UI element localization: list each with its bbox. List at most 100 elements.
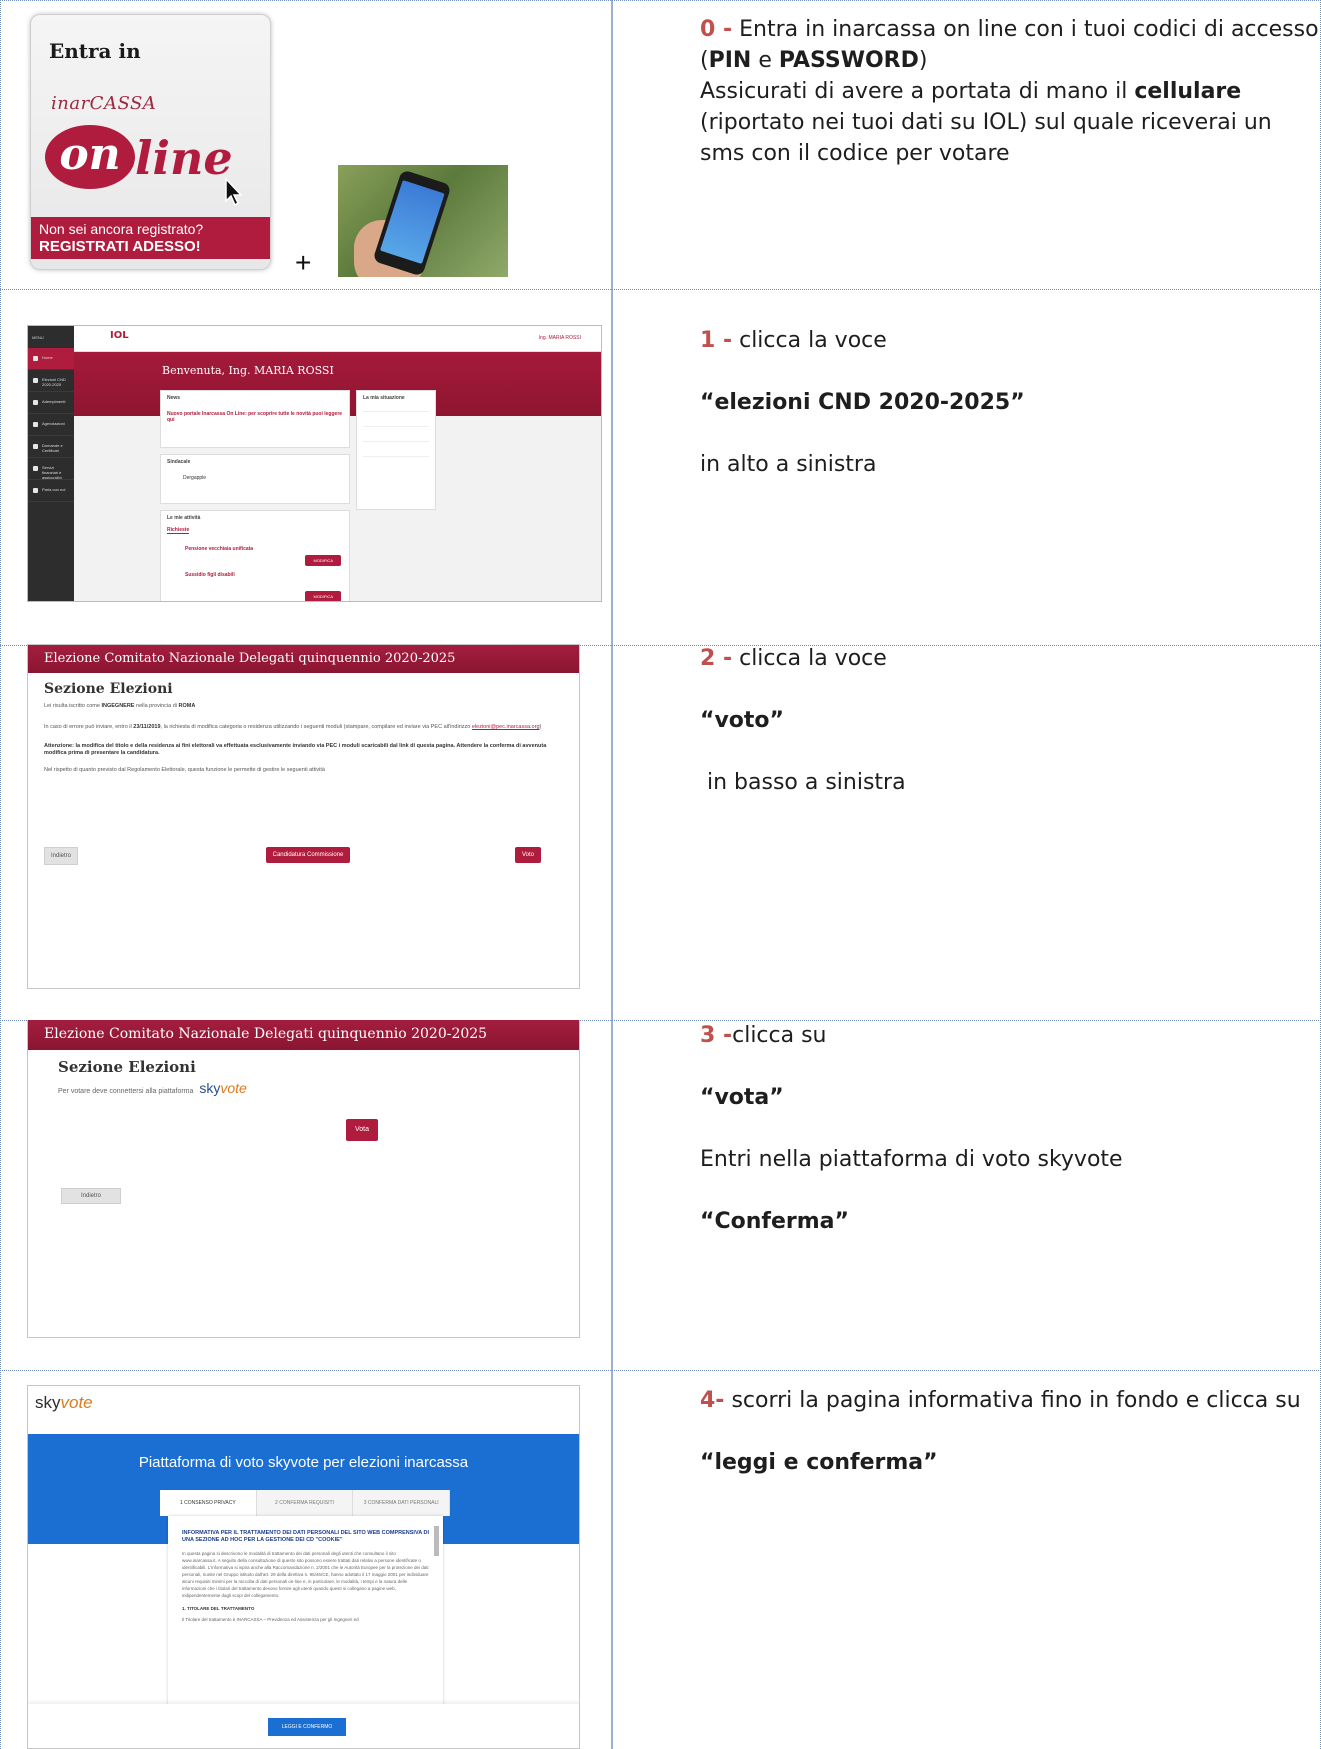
skyvote-privacy-screenshot: skyvote Piattaforma di voto skyvote per … bbox=[27, 1385, 580, 1749]
vota-button[interactable]: Vota bbox=[346, 1119, 378, 1141]
online-logo-on: on bbox=[45, 125, 135, 189]
sidebar-item-home[interactable]: Home bbox=[28, 348, 74, 370]
pin-label: PIN bbox=[708, 48, 752, 73]
news-title: News bbox=[167, 395, 181, 401]
situazione-title: La mia situazione bbox=[363, 395, 405, 401]
text: 23/11/2019 bbox=[133, 724, 161, 730]
attivita-title: Le mie attività bbox=[167, 515, 201, 521]
modifica-button[interactable]: MODIFICA bbox=[305, 555, 341, 566]
sidebar-item-parla[interactable]: Parla con noi bbox=[28, 480, 74, 502]
smartphone-photo bbox=[338, 165, 508, 277]
vota-screenshot: Elezione Comitato Nazionale Delegati qui… bbox=[27, 1020, 580, 1338]
document-section-title: 1. TITOLARE DEL TRATTAMENTO bbox=[182, 1606, 255, 1611]
step-text: (riportato nei tuoi dati su IOL) sul qua… bbox=[700, 110, 1272, 166]
smartphone-icon bbox=[372, 169, 452, 277]
sezione-elezioni-screenshot: Elezione Comitato Nazionale Delegati qui… bbox=[27, 644, 580, 989]
iscrizione-text: Lei risulta iscritto come INGEGNERE nell… bbox=[44, 703, 563, 710]
document-body: In questa pagina si descrivono le modali… bbox=[182, 1551, 429, 1598]
wizard-tabs: 1 CONSENSO PRIVACY 2 CONFERMA REQUISITI … bbox=[160, 1490, 451, 1516]
iol-logo: IOL bbox=[110, 330, 129, 341]
sindacale-title: Sindacale bbox=[167, 459, 191, 465]
step-0-text: 0 - Entra in inarcassa on line con i tuo… bbox=[700, 14, 1320, 169]
sidebar-item-domande[interactable]: Domande e Certificati bbox=[28, 436, 74, 458]
skyvote-title: Piattaforma di voto skyvote per elezioni… bbox=[138, 1454, 469, 1471]
step-number: 4- bbox=[700, 1388, 725, 1413]
smartphone-screen bbox=[379, 180, 445, 265]
text: nella provincia di bbox=[134, 703, 179, 709]
pec-email-link[interactable]: elezioni@pec.inarcassa.org bbox=[472, 724, 540, 730]
tab-consenso-privacy[interactable]: 1 CONSENSO PRIVACY bbox=[160, 1490, 257, 1516]
plus-sign: + bbox=[295, 247, 312, 278]
step-text: clicca la voce bbox=[732, 328, 887, 353]
privacy-document[interactable]: INFORMATIVA PER IL TRATTAMENTO DEI DATI … bbox=[168, 1516, 443, 1736]
iol-dashboard-screenshot: MENU Home Elezioni CND 2020-2025 Adempim… bbox=[27, 325, 602, 602]
step-4-text: 4- scorri la pagina informativa fino in … bbox=[700, 1385, 1320, 1478]
text: INGEGNERE bbox=[101, 703, 135, 709]
register-now-strip[interactable]: Non sei ancora registrato? REGISTRATI AD… bbox=[31, 217, 270, 259]
sidebar-item-elezioni[interactable]: Elezioni CND 2020-2025 bbox=[28, 370, 74, 392]
inarcassa-online-login-banner[interactable]: Entra in inarCASSA on line Non sei ancor… bbox=[30, 14, 271, 270]
menu-header: MENU bbox=[32, 335, 44, 340]
tab-conferma-requisiti[interactable]: 2 CONFERMA REQUISITI bbox=[257, 1490, 354, 1516]
sidebar-item-adempimenti[interactable]: Adempimenti bbox=[28, 392, 74, 414]
table-border-left bbox=[0, 0, 1, 1749]
section-title: Sezione Elezioni bbox=[58, 1058, 196, 1076]
step-number: 3 - bbox=[700, 1023, 733, 1048]
logo-text: sky bbox=[199, 1080, 221, 1096]
user-menu[interactable]: Ing. MARIA ROSSI bbox=[539, 335, 581, 341]
logo-text: vote bbox=[60, 1393, 93, 1412]
step-3-text: 3 -clicca su “vota” Entri nella piattafo… bbox=[700, 1020, 1320, 1237]
divider bbox=[363, 426, 429, 427]
divider bbox=[363, 456, 429, 457]
document-scrollbar[interactable] bbox=[434, 1526, 439, 1556]
attivita-tab[interactable]: Richieste bbox=[167, 527, 190, 534]
divider bbox=[363, 411, 429, 412]
step-highlight: “elezioni CND 2020-2025” bbox=[700, 390, 1025, 415]
step-text: in alto a sinistra bbox=[700, 452, 877, 477]
skyvote-connect-text: Per votare deve connettersi alla piattaf… bbox=[58, 1080, 247, 1096]
voto-button[interactable]: Voto bbox=[515, 847, 541, 863]
sindacale-card: Sindacale Dergapple bbox=[160, 454, 350, 504]
indietro-button[interactable]: Indietro bbox=[44, 847, 78, 865]
step-1-text: 1 - clicca la voce “elezioni CND 2020-20… bbox=[700, 325, 1320, 480]
modifica-button[interactable]: MODIFICA bbox=[305, 591, 341, 601]
candidatura-commissione-button[interactable]: Candidatura Commissione bbox=[266, 847, 350, 863]
attivita-item-2[interactable]: Sussidio figli disabili bbox=[185, 572, 343, 578]
cellulare-label: cellulare bbox=[1134, 79, 1242, 104]
dashboard-sidebar: MENU Home Elezioni CND 2020-2025 Adempim… bbox=[28, 326, 74, 601]
leggi-e-confermo-button[interactable]: LEGGI E CONFERMO bbox=[268, 1718, 346, 1736]
attivita-item-1[interactable]: Pensione vecchiaia unificata bbox=[185, 546, 343, 552]
election-title-bar: Elezione Comitato Nazionale Delegati qui… bbox=[28, 645, 579, 673]
attenzione-text: Attenzione: la modifica del titolo e del… bbox=[44, 743, 563, 757]
text: ) bbox=[539, 724, 542, 730]
text: ROMA bbox=[178, 703, 196, 709]
errore-text: In caso di errore può inviare, entro il … bbox=[44, 724, 563, 731]
sidebar-item-agevolazioni[interactable]: Agevolazioni bbox=[28, 414, 74, 436]
step-highlight: “voto” bbox=[700, 708, 785, 733]
step-text: ) bbox=[918, 48, 928, 73]
news-link[interactable]: Nuovo portale Inarcassa On Line: per sco… bbox=[167, 411, 343, 423]
indietro-button[interactable]: Indietro bbox=[61, 1188, 121, 1204]
online-logo-line: line bbox=[135, 131, 233, 185]
inarcassa-logo-text: inarCASSA bbox=[51, 93, 157, 114]
step-text: in basso a sinistra bbox=[700, 770, 906, 795]
mouse-pointer-icon bbox=[225, 177, 243, 207]
sidebar-item-servizi[interactable]: Servizi finanziari e assicurativi bbox=[28, 458, 74, 480]
logo-text: vote bbox=[220, 1080, 247, 1096]
text: , la richiesta di modifica categoria o r… bbox=[160, 724, 472, 730]
row-divider-4 bbox=[0, 1370, 1321, 1371]
step-text: e bbox=[751, 48, 779, 73]
step-number: 2 - bbox=[700, 646, 733, 671]
step-text: scorri la pagina informativa fino in fon… bbox=[724, 1388, 1301, 1413]
skyvote-logo: skyvote bbox=[35, 1393, 93, 1413]
register-now-link[interactable]: REGISTRATI ADESSO! bbox=[39, 238, 262, 255]
tab-conferma-dati[interactable]: 3 CONFERMA DATI PERSONALI bbox=[353, 1490, 451, 1516]
regolamento-text: Nel rispetto di quanto previsto dal Rego… bbox=[44, 767, 325, 773]
attivita-card: Le mie attività Richieste Pensione vecch… bbox=[160, 510, 350, 601]
sindacale-item: Dergapple bbox=[183, 475, 207, 481]
step-text: clicca su bbox=[732, 1023, 827, 1048]
text: Lei risulta iscritto come bbox=[44, 703, 102, 709]
table-border-top bbox=[0, 0, 1321, 1]
step-highlight: “vota” bbox=[700, 1085, 784, 1110]
step-number: 0 - bbox=[700, 17, 733, 42]
